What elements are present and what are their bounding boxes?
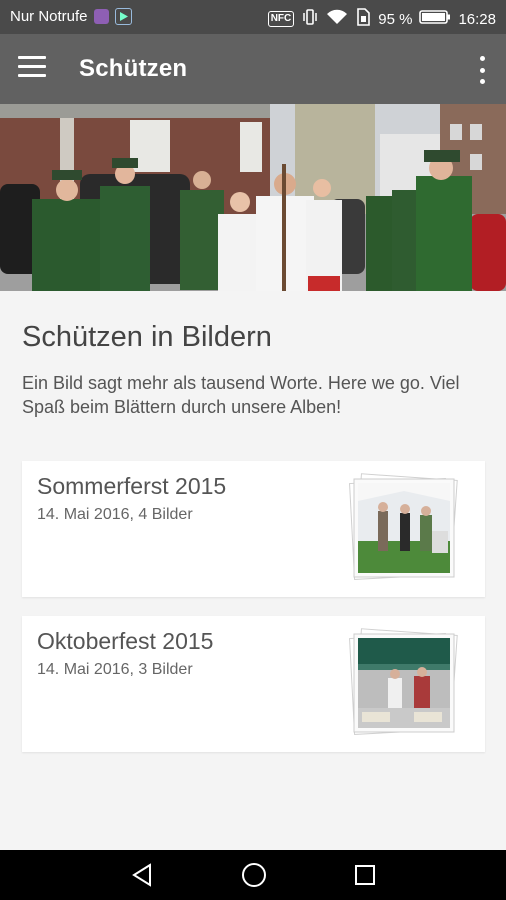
page-heading: Schützen in Bildern <box>22 321 272 353</box>
clock: 16:28 <box>458 10 496 28</box>
nfc-icon: NFC <box>267 11 295 27</box>
album-subtitle: 14. Mai 2016, 4 Bilder <box>37 506 193 523</box>
album-subtitle: 14. Mai 2016, 3 Bilder <box>37 661 193 678</box>
menu-icon[interactable] <box>18 56 46 80</box>
app-title: Schützen <box>79 55 188 82</box>
status-bar: Nur Notrufe NFC 95 % 16:28 <box>0 0 506 34</box>
recents-icon[interactable] <box>354 864 376 886</box>
status-bar-left: Nur Notrufe <box>10 8 132 25</box>
status-bar-right: NFC 95 % 16:28 <box>267 8 496 30</box>
notification-app-icon <box>93 9 109 24</box>
album-card-oktoberfest[interactable]: Oktoberfest 2015 14. Mai 2016, 3 Bilder <box>22 616 485 752</box>
sim-icon <box>355 8 371 30</box>
app-bar: Schützen <box>0 34 506 104</box>
battery-icon <box>419 9 451 29</box>
intro-text: Ein Bild sagt mehr als tausend Worte. He… <box>22 373 460 417</box>
wifi-icon <box>326 9 348 29</box>
battery-percent: 95 % <box>378 10 413 28</box>
home-icon[interactable] <box>241 862 267 888</box>
vibrate-icon <box>301 9 319 29</box>
play-store-icon <box>114 8 132 25</box>
more-vert-icon[interactable] <box>474 56 490 84</box>
album-card-sommerfest[interactable]: Sommerferst 2015 14. Mai 2016, 4 Bilder <box>22 461 485 597</box>
system-nav-bar <box>0 850 506 900</box>
hero-image <box>0 104 506 291</box>
album-title: Oktoberfest 2015 <box>37 628 214 654</box>
album-title: Sommerferst 2015 <box>37 473 227 499</box>
album-thumbnail <box>348 626 460 736</box>
carrier-label: Nur Notrufe <box>10 8 88 25</box>
main-content: Schützen in Bildern Ein Bild sagt mehr a… <box>0 291 506 850</box>
album-thumbnail <box>348 471 460 581</box>
back-icon[interactable] <box>130 863 154 887</box>
